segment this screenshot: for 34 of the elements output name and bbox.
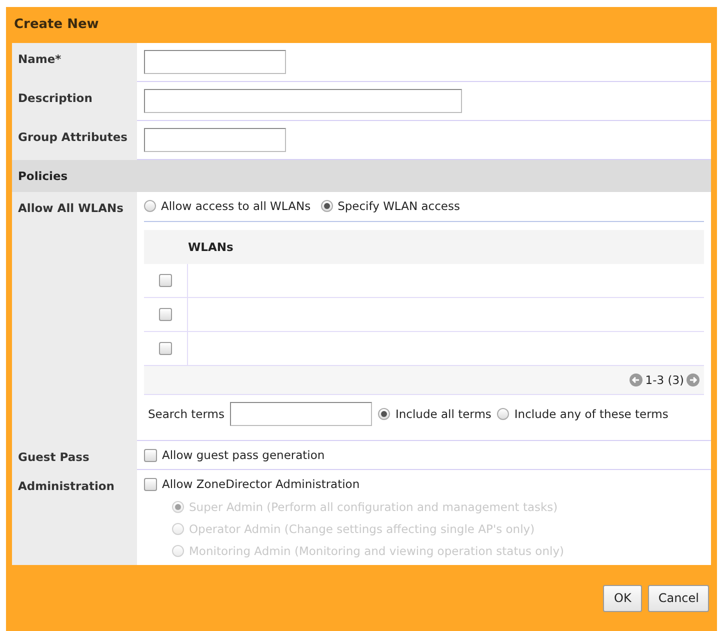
- search-label: Search terms: [148, 407, 224, 421]
- input-field[interactable]: [144, 89, 462, 113]
- checkbox[interactable]: [159, 308, 172, 321]
- checkbox[interactable]: [159, 274, 172, 287]
- radio-label: Allow access to all WLANs: [161, 199, 311, 213]
- cancel-button[interactable]: Cancel: [648, 584, 709, 612]
- dialog-title: Create New: [13, 16, 100, 34]
- field-label: Allow All WLANs: [12, 192, 137, 441]
- checkbox[interactable]: [144, 448, 157, 462]
- field-label: Guest Pass: [12, 441, 137, 470]
- page-range: 1-3 (3): [645, 373, 684, 387]
- field-label: Group Attributes: [12, 121, 137, 160]
- input-field[interactable]: [144, 50, 286, 74]
- next-page-icon[interactable]: [686, 373, 700, 387]
- ok-button[interactable]: OK: [603, 584, 642, 612]
- input-field[interactable]: [144, 128, 286, 152]
- search-field[interactable]: [230, 402, 372, 426]
- radio-button[interactable]: [378, 408, 390, 420]
- column-header: WLANs: [188, 240, 234, 254]
- previous-page-icon[interactable]: [629, 373, 644, 387]
- radio-label: Specify WLAN access: [338, 199, 460, 213]
- radio-button[interactable]: [320, 200, 333, 212]
- radio-button[interactable]: [144, 200, 156, 212]
- radio-label: Include all terms: [395, 407, 492, 421]
- section-heading: Policies: [12, 160, 711, 192]
- checkbox[interactable]: [159, 342, 172, 355]
- checkbox-label: Allow guest pass generation: [162, 448, 325, 462]
- radio-button[interactable]: [497, 408, 510, 420]
- field-label: Administration: [12, 470, 137, 565]
- checkbox[interactable]: [144, 478, 157, 490]
- field-label: Name*: [12, 43, 137, 82]
- field-label: Description: [12, 82, 137, 121]
- radio-label: Include any of these terms: [514, 407, 668, 421]
- checkbox-label: Allow ZoneDirector Administration: [162, 477, 360, 491]
